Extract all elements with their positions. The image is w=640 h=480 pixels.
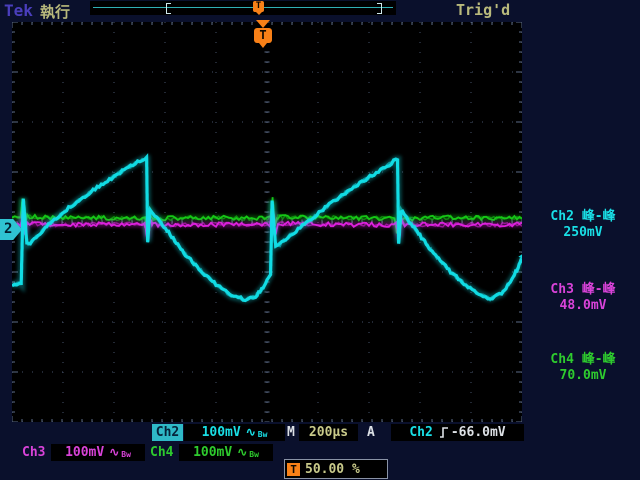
bandwidth-limit-icon: Bw xyxy=(257,430,268,439)
ac-coupling-icon: ∿ xyxy=(109,445,120,459)
trigger-source: Ch2 xyxy=(409,425,433,440)
timebase-readout: 200µs xyxy=(299,424,358,441)
ch2-channel-badge: Ch2 xyxy=(152,424,183,441)
ch3-scale-readout: 100mV ∿ Bw xyxy=(51,444,145,461)
measurement-value: 48.0mV xyxy=(559,298,607,313)
measurement-value: 250mV xyxy=(563,225,603,240)
acquisition-status: 執行 xyxy=(40,3,71,21)
ch4-channel-label: Ch4 xyxy=(150,445,174,460)
ch3-scale-value: 100mV xyxy=(65,445,105,460)
h-position-value: 50.00 % xyxy=(305,461,360,477)
waveform-canvas xyxy=(10,21,526,423)
trigger-position-marker: T xyxy=(253,20,273,48)
ch4-scale-readout: 100mV ∿ Bw xyxy=(179,444,273,461)
measurement-ch3-peak-to-peak: Ch3 峰-峰 48.0mV xyxy=(526,282,640,314)
oscilloscope-screen: Tek 執行 Trig'd T T 2 Ch2 峰-峰 250mV Ch3 峰-… xyxy=(0,0,640,480)
measurement-label: Ch3 峰-峰 xyxy=(550,282,616,297)
record-left-bracket-icon xyxy=(166,3,171,14)
ac-coupling-icon: ∿ xyxy=(237,445,248,459)
bandwidth-limit-icon: Bw xyxy=(121,450,131,459)
record-trigger-flag-icon: T xyxy=(253,1,264,15)
ch4-scale-value: 100mV xyxy=(193,445,233,460)
ch2-scale-value: 100mV xyxy=(201,425,241,440)
rising-edge-icon xyxy=(439,427,448,438)
horizontal-position-box: T 50.00 % xyxy=(284,459,388,479)
trigger-readout: Ch2 -66.0mV xyxy=(391,424,524,441)
timebase-prefix: M xyxy=(287,425,295,440)
ch3-channel-label: Ch3 xyxy=(22,445,46,460)
record-view-bar: T xyxy=(90,1,396,15)
trigger-prefix: A xyxy=(367,425,375,440)
measurement-ch4-peak-to-peak: Ch4 峰-峰 70.0mV xyxy=(526,352,640,384)
trigger-t-icon: T xyxy=(287,462,300,476)
measurement-label: Ch4 峰-峰 xyxy=(550,352,616,367)
trigger-t-icon: T xyxy=(254,28,272,48)
record-view-line xyxy=(93,7,393,8)
measurement-label: Ch2 峰-峰 xyxy=(550,209,616,224)
graticule-area xyxy=(10,21,526,423)
ac-coupling-icon: ∿ xyxy=(245,425,256,439)
trigger-arrow-icon xyxy=(256,20,270,28)
record-right-bracket-icon xyxy=(377,3,382,14)
bandwidth-limit-icon: Bw xyxy=(249,450,259,459)
measurement-ch2-peak-to-peak: Ch2 峰-峰 250mV xyxy=(526,209,640,241)
trigger-level: -66.0mV xyxy=(450,425,506,440)
trigger-status: Trig'd xyxy=(456,1,511,19)
brand-logo: Tek xyxy=(4,1,33,20)
ch2-scale-readout: 100mV ∿ Bw xyxy=(184,424,285,441)
measurement-value: 70.0mV xyxy=(559,368,607,383)
